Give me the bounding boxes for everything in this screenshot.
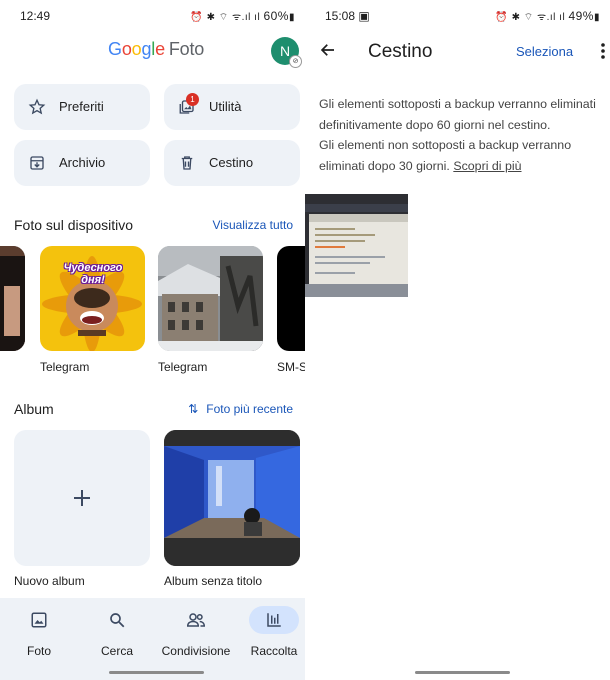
status-icons: ⏰ ✱ ⌔ ᯤ.ıl ıl 49%▮ <box>495 9 600 23</box>
status-icons: ⏰ ✱ ⌔ ᯤ.ıl ıl 60%▮ <box>190 9 295 23</box>
nav-sharing[interactable]: Condivisione <box>158 606 234 658</box>
back-arrow-icon[interactable] <box>319 41 337 59</box>
archive-icon <box>30 156 44 170</box>
google-photos-logo: Google Foto <box>108 39 205 59</box>
tile-label: Cestino <box>209 155 254 170</box>
sort-icon: ⇅ <box>188 402 199 416</box>
trash-icon <box>181 156 193 170</box>
avatar-initial: N <box>279 43 291 59</box>
page-title: Cestino <box>368 41 433 62</box>
tile-label: Preferiti <box>59 99 104 114</box>
tile-label: Utilità <box>209 99 242 114</box>
library-icon <box>267 613 281 627</box>
bottom-navigation: Foto Cerca Condivisione Raccolta <box>0 598 305 680</box>
snowy-building-photo <box>158 246 263 351</box>
nav-label: Raccolta <box>250 644 298 658</box>
sharing-icon <box>186 613 206 627</box>
utilities-tile[interactable]: 1 Utilità <box>164 84 300 130</box>
battery-level: 60% <box>263 9 289 23</box>
app-header: Google Foto N ⊘ <box>0 34 305 70</box>
gesture-bar <box>415 671 510 674</box>
status-bar: 12:49 ⏰ ✱ ⌔ ᯤ.ıl ıl 60%▮ <box>0 0 305 32</box>
learn-more-link[interactable]: Scopri di più <box>453 159 521 173</box>
nav-library[interactable]: Raccolta <box>236 606 305 658</box>
view-all-link[interactable]: Visualizza tutto <box>213 218 294 232</box>
google-photos-library-screen: 12:49 ⏰ ✱ ⌔ ᯤ.ıl ıl 60%▮ Google Foto N ⊘ … <box>0 0 305 680</box>
star-icon <box>28 98 46 115</box>
thumbnail-caption: Чудесного дня! <box>63 262 123 286</box>
favorites-tile[interactable]: Preferiti <box>14 84 150 130</box>
search-icon <box>110 613 125 628</box>
screen-photo <box>305 194 408 297</box>
device-folder-thumbnail-partial[interactable] <box>0 246 25 351</box>
album-label: Nuovo album <box>14 574 85 588</box>
status-time: 15:08 ▣ <box>325 9 370 23</box>
sort-recent-button[interactable]: ⇅ Foto più recente <box>188 402 293 416</box>
account-avatar[interactable]: N ⊘ <box>271 37 302 68</box>
nav-label: Cerca <box>100 644 133 658</box>
folder-label: SM-S <box>277 360 305 374</box>
status-bar: 15:08 ▣ ⏰ ✱ ⌔ ᯤ.ıl ıl 49%▮ <box>305 0 610 32</box>
device-photos-title: Foto sul dispositivo <box>14 217 134 233</box>
gallery-notification-icon: ▣ <box>358 9 370 23</box>
info-not-backed-up: Gli elementi non sottoposti a backup ver… <box>319 138 572 173</box>
trash-header: Cestino Seleziona <box>305 34 610 70</box>
select-button[interactable]: Seleziona <box>516 44 573 59</box>
new-album-card[interactable] <box>14 430 150 566</box>
tile-label: Archivio <box>59 155 106 170</box>
info-backed-up: Gli elementi sottoposti a backup verrann… <box>319 97 596 132</box>
device-folder-telegram-2[interactable] <box>158 246 263 351</box>
photo-icon <box>31 612 47 628</box>
trash-info-text: Gli elementi sottoposti a backup verrann… <box>319 94 609 176</box>
trash-tile[interactable]: Cestino <box>164 140 300 186</box>
blue-street-photo <box>164 430 300 566</box>
backup-off-icon: ⊘ <box>289 55 302 68</box>
folder-label: Telegram <box>158 360 208 374</box>
album-section-title: Album <box>14 401 54 417</box>
nav-search[interactable]: Cerca <box>79 606 155 658</box>
trash-screen: 15:08 ▣ ⏰ ✱ ⌔ ᯤ.ıl ıl 49%▮ Cestino Selez… <box>305 0 610 680</box>
more-options-icon[interactable] <box>600 42 606 60</box>
folder-photo <box>0 246 25 351</box>
nav-label: Foto <box>26 644 51 658</box>
battery-level: 49% <box>568 9 594 23</box>
device-folder-telegram-1[interactable]: Чудесного дня! <box>40 246 145 351</box>
device-folder-sm-partial[interactable] <box>277 246 305 351</box>
album-label: Album senza titolo <box>164 574 263 588</box>
status-time: 12:49 <box>20 9 51 23</box>
folder-label: Telegram <box>40 360 90 374</box>
album-untitled-card[interactable] <box>164 430 300 566</box>
sort-label: Foto più recente <box>206 402 293 416</box>
gesture-bar <box>109 671 204 674</box>
trashed-photo-thumbnail[interactable] <box>305 194 408 297</box>
plus-icon <box>74 490 90 506</box>
nav-photos[interactable]: Foto <box>1 606 77 658</box>
nav-label: Condivisione <box>161 644 231 658</box>
archive-tile[interactable]: Archivio <box>14 140 150 186</box>
status-time-text: 15:08 <box>325 9 356 23</box>
notification-badge: 1 <box>186 93 199 106</box>
logo-foto-text: Foto <box>168 39 205 59</box>
